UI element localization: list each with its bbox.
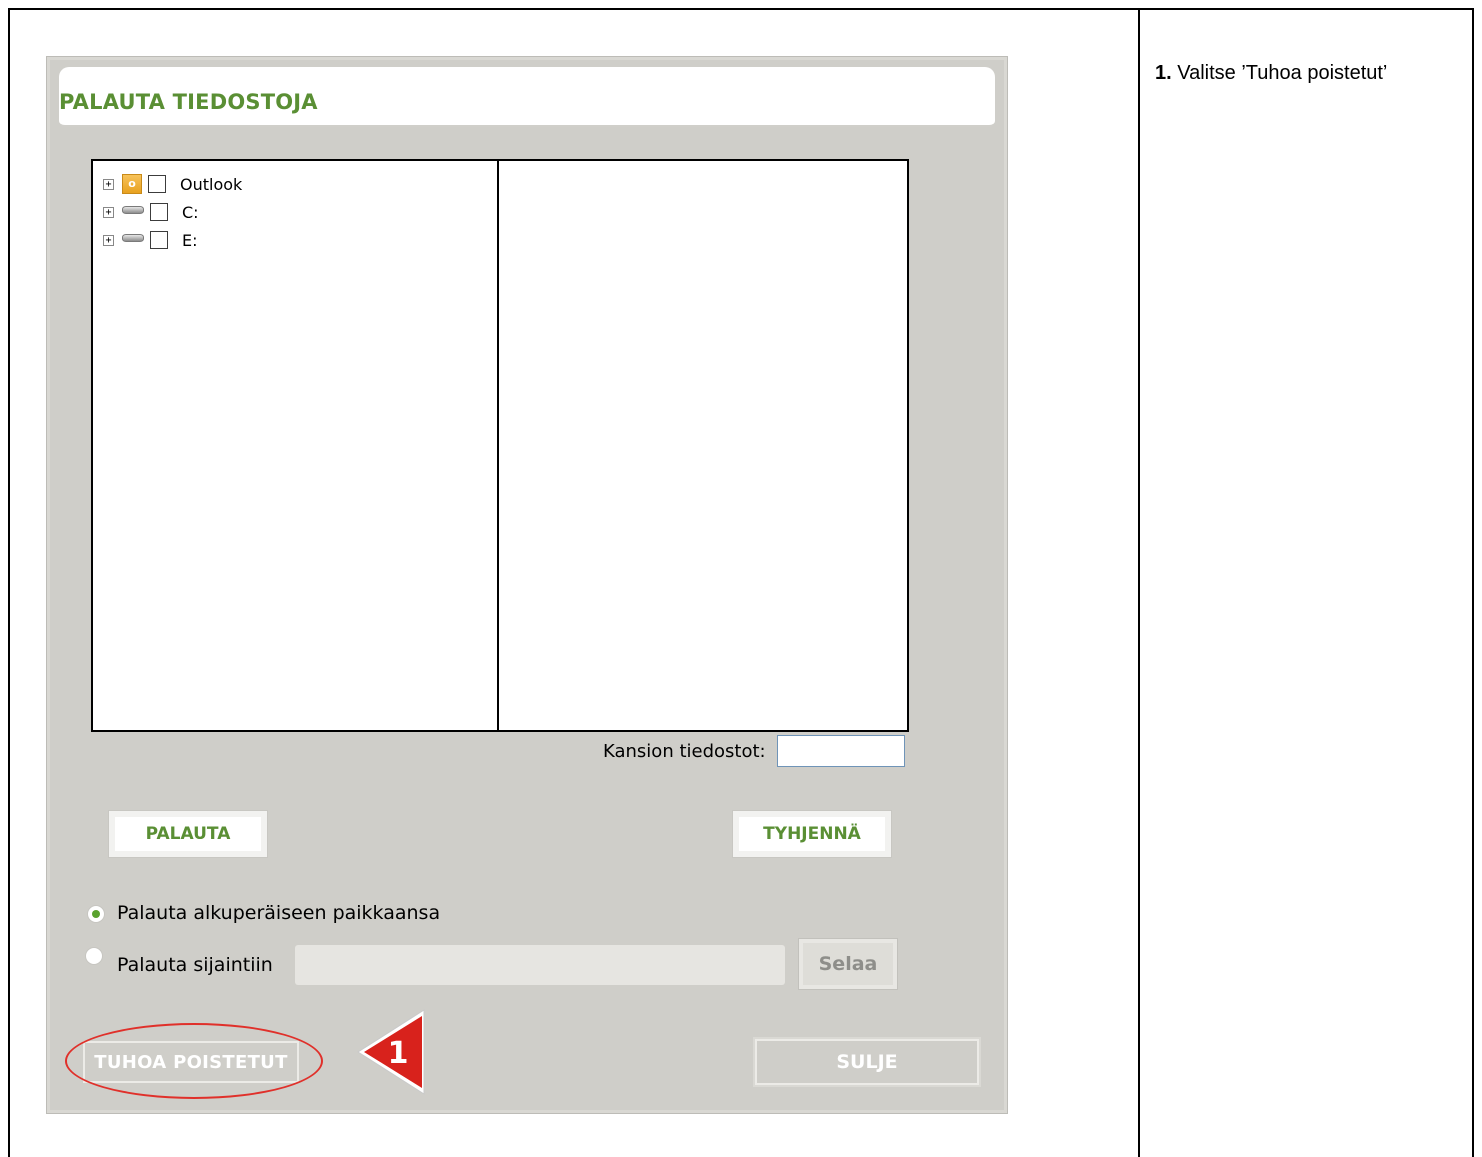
- tree-item-outlook[interactable]: + o Outlook: [103, 173, 242, 195]
- folder-files-field[interactable]: [777, 735, 905, 767]
- to-location-radio[interactable]: [85, 947, 103, 965]
- tree-item-checkbox[interactable]: [150, 231, 168, 249]
- to-location-label: Palauta sijaintiin: [117, 954, 273, 976]
- folder-files-label: Kansion tiedostot:: [603, 741, 766, 762]
- file-list-pane[interactable]: [497, 159, 909, 732]
- expand-icon[interactable]: +: [103, 178, 114, 190]
- instruction-text: 1. Valitse ’Tuhoa poistetut’: [1155, 62, 1387, 85]
- original-location-radio[interactable]: [87, 905, 105, 923]
- tree-item-drive-e[interactable]: + E:: [103, 229, 198, 251]
- callout-number: 1: [388, 1036, 409, 1071]
- step-description: Valitse ’Tuhoa poistetut’: [1177, 62, 1388, 84]
- close-button[interactable]: SULJE: [753, 1037, 981, 1087]
- highlight-ellipse: [65, 1023, 323, 1099]
- drive-icon: [122, 230, 144, 250]
- expand-icon[interactable]: +: [103, 206, 114, 218]
- tree-item-drive-c[interactable]: + C:: [103, 201, 199, 223]
- original-location-label: Palauta alkuperäiseen paikkaansa: [117, 902, 441, 924]
- tree-item-label: E:: [182, 230, 198, 250]
- step-callout-arrow-icon: 1: [357, 1009, 425, 1095]
- restore-files-dialog: PALAUTA TIEDOSTOJA + o Outlook + C: + E:…: [46, 56, 1008, 1114]
- table-column-divider: [1138, 8, 1140, 1157]
- browse-button[interactable]: Selaa: [798, 938, 898, 990]
- restore-path-input[interactable]: [295, 945, 785, 985]
- folder-tree-pane[interactable]: + o Outlook + C: + E:: [91, 159, 499, 732]
- restore-button[interactable]: PALAUTA: [108, 810, 268, 858]
- tree-item-checkbox[interactable]: [150, 203, 168, 221]
- outlook-icon: o: [122, 174, 142, 194]
- expand-icon[interactable]: +: [103, 234, 114, 246]
- dialog-title: PALAUTA TIEDOSTOJA: [59, 90, 318, 114]
- tree-item-checkbox[interactable]: [148, 175, 166, 193]
- clear-button[interactable]: TYHJENNÄ: [732, 810, 892, 858]
- tree-item-label: C:: [182, 202, 199, 222]
- step-number: 1.: [1155, 62, 1172, 84]
- drive-icon: [122, 202, 144, 222]
- tree-item-label: Outlook: [180, 174, 243, 194]
